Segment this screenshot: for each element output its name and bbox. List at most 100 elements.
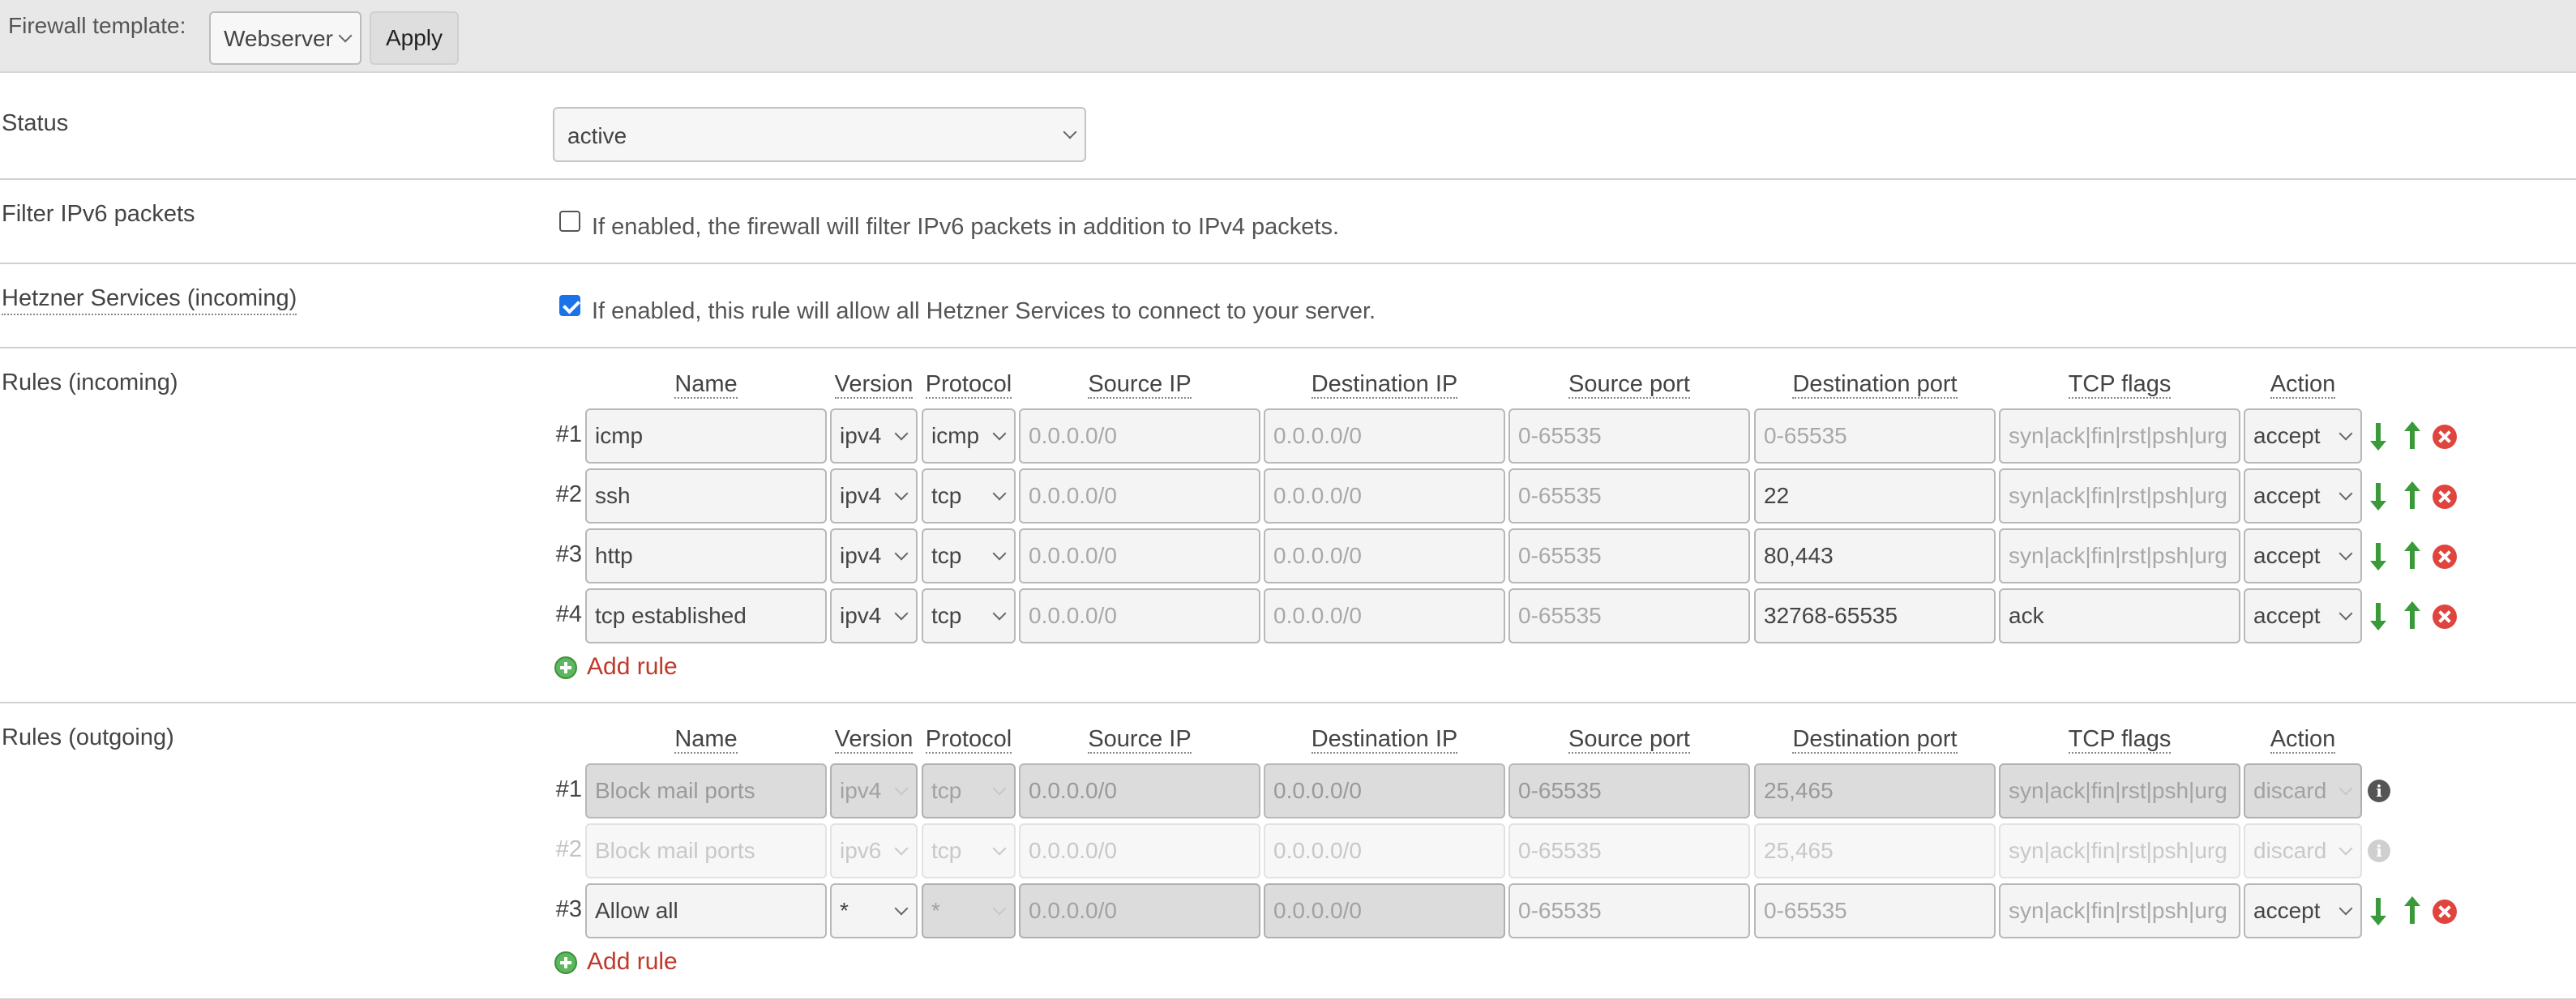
rule-src-ip-value: 0.0.0.0/0: [1029, 603, 1117, 628]
arrow-up-icon[interactable]: [2401, 895, 2424, 927]
rule-dst-port-field[interactable]: 22: [1754, 468, 1996, 524]
rule-name-field[interactable]: tcp established: [585, 588, 827, 643]
hetzner-label: Hetzner Services (incoming): [2, 285, 297, 315]
rule-protocol-value: tcp: [931, 838, 962, 863]
rule-name-field[interactable]: Allow all: [585, 883, 827, 938]
arrow-up-icon[interactable]: [2401, 540, 2424, 572]
rule-version-value: ipv4: [840, 778, 882, 803]
delete-icon[interactable]: [2433, 485, 2457, 509]
rule-dst-port-field[interactable]: 0-65535: [1754, 408, 1996, 464]
rule-src-ip-field[interactable]: 0.0.0.0/0: [1019, 528, 1260, 583]
arrow-down-icon[interactable]: [2367, 540, 2390, 572]
rule-name-field[interactable]: icmp: [585, 408, 827, 464]
arrow-down-icon[interactable]: [2367, 420, 2390, 452]
rule-action-field[interactable]: accept: [2244, 408, 2362, 464]
rule-dst-port-field[interactable]: 32768-65535: [1754, 588, 1996, 643]
rule-name-field[interactable]: ssh: [585, 468, 827, 524]
rule-dst-ip-value: 0.0.0.0/0: [1273, 603, 1362, 628]
chevron-down-icon: [2339, 426, 2353, 441]
info-icon[interactable]: i: [2368, 780, 2390, 802]
rule-src-ip-field[interactable]: 0.0.0.0/0: [1019, 408, 1260, 464]
apply-button[interactable]: Apply: [370, 11, 459, 65]
rule-version-field[interactable]: ipv4: [830, 408, 918, 464]
arrow-down-icon[interactable]: [2367, 480, 2390, 512]
rule-protocol-field[interactable]: tcp: [922, 588, 1016, 643]
rule-tcp-flags-value: syn|ack|fin|rst|psh|urg: [2009, 423, 2227, 448]
add-rule-label: Add rule: [587, 948, 678, 975]
rule-src-port-field[interactable]: 0-65535: [1508, 468, 1750, 524]
chevron-down-icon: [894, 606, 909, 621]
arrow-up-icon[interactable]: [2401, 420, 2424, 452]
hetzner-checkbox[interactable]: [559, 295, 580, 316]
incoming-section: [0, 348, 2576, 703]
info-icon[interactable]: i: [2368, 840, 2390, 862]
rule-dst-ip-field[interactable]: 0.0.0.0/0: [1264, 528, 1505, 583]
status-select[interactable]: active: [553, 107, 1086, 162]
rule-src-ip-field[interactable]: 0.0.0.0/0: [1019, 588, 1260, 643]
rule-tcp-flags-field[interactable]: syn|ack|fin|rst|psh|urg: [1999, 468, 2240, 524]
arrow-up-icon[interactable]: [2401, 600, 2424, 632]
col-tcp-flags-header-label: TCP flags: [2068, 371, 2172, 399]
rule-number: #3: [555, 896, 582, 922]
rule-dst-ip-field: 0.0.0.0/0: [1264, 823, 1505, 878]
rule-dst-ip-field[interactable]: 0.0.0.0/0: [1264, 468, 1505, 524]
chevron-down-icon: [2339, 486, 2353, 501]
arrow-up-icon[interactable]: [2401, 480, 2424, 512]
template-select[interactable]: Webserver: [209, 11, 362, 65]
rule-action-field[interactable]: accept: [2244, 883, 2362, 938]
rule-src-port-value: 0-65535: [1518, 898, 1602, 923]
ipv6-checkbox[interactable]: [559, 211, 580, 232]
rule-name-field[interactable]: http: [585, 528, 827, 583]
rule-action-field: discard: [2244, 763, 2362, 818]
rule-src-port-field: 0-65535: [1508, 823, 1750, 878]
rule-protocol-field[interactable]: tcp: [922, 468, 1016, 524]
rule-version-field[interactable]: *: [830, 883, 918, 938]
col-source-ip-header: Source IP: [1019, 371, 1260, 399]
arrow-down-icon[interactable]: [2367, 600, 2390, 632]
rule-version-field[interactable]: ipv4: [830, 468, 918, 524]
rule-protocol-field[interactable]: icmp: [922, 408, 1016, 464]
delete-icon[interactable]: [2433, 425, 2457, 449]
rule-tcp-flags-field[interactable]: syn|ack|fin|rst|psh|urg: [1999, 408, 2240, 464]
rule-protocol-field[interactable]: *: [922, 883, 1016, 938]
rule-src-ip-field[interactable]: 0.0.0.0/0: [1019, 468, 1260, 524]
delete-icon[interactable]: [2433, 545, 2457, 569]
rule-src-port-field[interactable]: 0-65535: [1508, 528, 1750, 583]
rule-tcp-flags-field[interactable]: syn|ack|fin|rst|psh|urg: [1999, 528, 2240, 583]
rule-dst-port-field[interactable]: 0-65535: [1754, 883, 1996, 938]
rule-dst-ip-field[interactable]: 0.0.0.0/0: [1264, 588, 1505, 643]
rule-protocol-value: tcp: [931, 483, 962, 508]
arrow-down-icon[interactable]: [2367, 895, 2390, 927]
rule-dst-port-field[interactable]: 80,443: [1754, 528, 1996, 583]
rule-version-field[interactable]: ipv4: [830, 528, 918, 583]
rule-src-port-field[interactable]: 0-65535: [1508, 883, 1750, 938]
rule-number: #2: [555, 836, 582, 862]
rule-version-field: ipv4: [830, 763, 918, 818]
rule-dst-ip-field[interactable]: 0.0.0.0/0: [1264, 408, 1505, 464]
chevron-down-icon: [894, 486, 909, 501]
rule-tcp-flags-field[interactable]: syn|ack|fin|rst|psh|urg: [1999, 883, 2240, 938]
rule-action-field[interactable]: accept: [2244, 528, 2362, 583]
rule-action-field[interactable]: accept: [2244, 588, 2362, 643]
rule-src-ip-field[interactable]: 0.0.0.0/0: [1019, 883, 1260, 938]
delete-icon[interactable]: [2433, 900, 2457, 924]
chevron-down-icon: [992, 901, 1007, 916]
rule-protocol-value: icmp: [931, 423, 980, 448]
rule-dst-port-value: 80,443: [1764, 543, 1834, 568]
rule-protocol-field[interactable]: tcp: [922, 528, 1016, 583]
rule-dst-ip-field[interactable]: 0.0.0.0/0: [1264, 883, 1505, 938]
rule-tcp-flags-field[interactable]: ack: [1999, 588, 2240, 643]
rule-dst-ip-value: 0.0.0.0/0: [1273, 778, 1362, 803]
rule-dst-ip-value: 0.0.0.0/0: [1273, 838, 1362, 863]
rule-dst-port-value: 25,465: [1764, 838, 1834, 863]
rule-src-port-field[interactable]: 0-65535: [1508, 588, 1750, 643]
rule-dst-port-value: 32768-65535: [1764, 603, 1898, 628]
delete-icon[interactable]: [2433, 605, 2457, 629]
rule-action-field[interactable]: accept: [2244, 468, 2362, 524]
rule-version-field[interactable]: ipv4: [830, 588, 918, 643]
incoming-label: Rules (incoming): [2, 370, 178, 395]
col-source-port-header: Source port: [1508, 726, 1750, 754]
rule-src-port-field[interactable]: 0-65535: [1508, 408, 1750, 464]
rule-tcp-flags-field: syn|ack|fin|rst|psh|urg: [1999, 763, 2240, 818]
col-destination-ip-header: Destination IP: [1264, 371, 1505, 399]
